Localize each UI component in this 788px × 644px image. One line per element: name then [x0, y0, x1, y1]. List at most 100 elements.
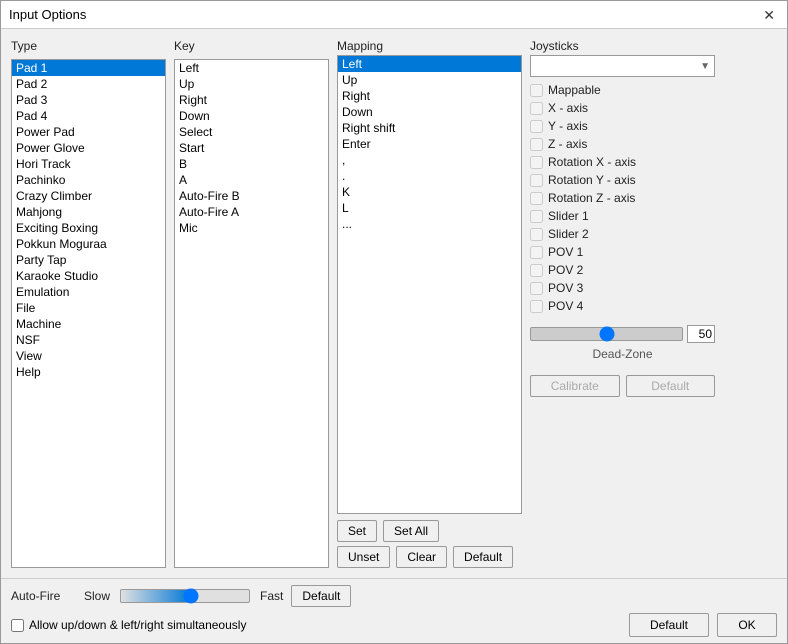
mapping-default-button[interactable]: Default	[453, 546, 513, 568]
unset-button[interactable]: Unset	[337, 546, 390, 568]
content-area: Type Pad 1Pad 2Pad 3Pad 4Power PadPower …	[1, 29, 787, 578]
final-default-button[interactable]: Default	[629, 613, 709, 637]
joystick-checkbox-rotation-z---axis[interactable]	[530, 192, 543, 205]
joystick-checkbox-row: Rotation Y - axis	[530, 173, 715, 187]
deadzone-section: 50 Dead-Zone Calibrate Default	[530, 325, 715, 397]
key-list-item[interactable]: Left	[175, 60, 328, 76]
joystick-checkbox-pov-2[interactable]	[530, 264, 543, 277]
mapping-list-item[interactable]: Left	[338, 56, 521, 72]
allow-checkbox[interactable]	[11, 619, 24, 632]
type-list-item[interactable]: Karaoke Studio	[12, 268, 165, 284]
joystick-checkbox-row: POV 4	[530, 299, 715, 313]
joystick-checkbox-z---axis[interactable]	[530, 138, 543, 151]
type-list-item[interactable]: Pokkun Moguraa	[12, 236, 165, 252]
deadzone-label: Dead-Zone	[530, 347, 715, 361]
key-list-item[interactable]: Down	[175, 108, 328, 124]
joystick-checkbox-pov-1[interactable]	[530, 246, 543, 259]
key-panel: Key LeftUpRightDownSelectStartBAAuto-Fir…	[174, 39, 329, 568]
type-list-item[interactable]: Exciting Boxing	[12, 220, 165, 236]
type-list-item[interactable]: View	[12, 348, 165, 364]
clear-button[interactable]: Clear	[396, 546, 447, 568]
key-list-item[interactable]: Auto-Fire A	[175, 204, 328, 220]
joystick-checkbox-rotation-y---axis[interactable]	[530, 174, 543, 187]
type-list-item[interactable]: Party Tap	[12, 252, 165, 268]
mapping-list-item[interactable]: ,	[338, 152, 521, 168]
type-list-item[interactable]: Power Pad	[12, 124, 165, 140]
joystick-checkbox-label: Z - axis	[548, 137, 587, 151]
joystick-checkbox-label: Rotation Z - axis	[548, 191, 635, 205]
type-list-item[interactable]: Help	[12, 364, 165, 380]
deadzone-value: 50	[687, 325, 715, 343]
final-buttons: Default OK	[629, 613, 777, 637]
mapping-list-item[interactable]: Right shift	[338, 120, 521, 136]
joystick-buttons-row: Calibrate Default	[530, 375, 715, 397]
mapping-list-item[interactable]: Right	[338, 88, 521, 104]
set-button[interactable]: Set	[337, 520, 377, 542]
key-list-item[interactable]: Right	[175, 92, 328, 108]
joystick-checkbox-label: Y - axis	[548, 119, 588, 133]
joystick-checkbox-x---axis[interactable]	[530, 102, 543, 115]
type-list-item[interactable]: NSF	[12, 332, 165, 348]
type-list-item[interactable]: Pachinko	[12, 172, 165, 188]
chevron-down-icon: ▼	[700, 61, 710, 72]
mapping-list-item[interactable]: K	[338, 184, 521, 200]
joystick-checkbox-rotation-x---axis[interactable]	[530, 156, 543, 169]
type-listbox[interactable]: Pad 1Pad 2Pad 3Pad 4Power PadPower Glove…	[11, 59, 166, 568]
ok-button[interactable]: OK	[717, 613, 777, 637]
lists-row: Type Pad 1Pad 2Pad 3Pad 4Power PadPower …	[11, 39, 777, 568]
mapping-list-item[interactable]: L	[338, 200, 521, 216]
mapping-list-item[interactable]: Enter	[338, 136, 521, 152]
key-list-item[interactable]: B	[175, 156, 328, 172]
type-list-item[interactable]: Pad 4	[12, 108, 165, 124]
joystick-checkbox-pov-3[interactable]	[530, 282, 543, 295]
joystick-checkbox-pov-4[interactable]	[530, 300, 543, 313]
key-list-item[interactable]: Mic	[175, 220, 328, 236]
type-list-item[interactable]: File	[12, 300, 165, 316]
joystick-dropdown[interactable]: ▼	[530, 55, 715, 77]
key-list-item[interactable]: Select	[175, 124, 328, 140]
type-list-item[interactable]: Hori Track	[12, 156, 165, 172]
mapping-list-item[interactable]: Up	[338, 72, 521, 88]
joystick-checkbox-slider-1[interactable]	[530, 210, 543, 223]
mapping-buttons: Set Set All	[337, 520, 522, 542]
set-all-button[interactable]: Set All	[383, 520, 439, 542]
key-list-item[interactable]: Start	[175, 140, 328, 156]
joystick-checkbox-label: POV 4	[548, 299, 583, 313]
mapping-list-item[interactable]: ...	[338, 216, 521, 232]
main-window: Input Options ✕ Type Pad 1Pad 2Pad 3Pad …	[0, 0, 788, 644]
key-list-item[interactable]: A	[175, 172, 328, 188]
type-list-item[interactable]: Pad 2	[12, 76, 165, 92]
joystick-checkbox-label: X - axis	[548, 101, 588, 115]
bottom-controls-row: Allow up/down & left/right simultaneousl…	[11, 613, 777, 637]
joystick-checkbox-mappable[interactable]	[530, 84, 543, 97]
bottom-section: Auto-Fire Slow Fast Default Allow up/dow…	[1, 578, 787, 643]
key-list-item[interactable]: Up	[175, 76, 328, 92]
key-label: Key	[174, 39, 329, 53]
joysticks-panel: Joysticks ▼ MappableX - axisY - axisZ - …	[530, 39, 715, 568]
joystick-checkbox-y---axis[interactable]	[530, 120, 543, 133]
mapping-list-item[interactable]: Down	[338, 104, 521, 120]
type-panel: Type Pad 1Pad 2Pad 3Pad 4Power PadPower …	[11, 39, 166, 568]
autofire-slider[interactable]	[120, 589, 250, 603]
type-list-item[interactable]: Pad 3	[12, 92, 165, 108]
joystick-checkbox-label: Rotation X - axis	[548, 155, 636, 169]
autofire-row: Auto-Fire Slow Fast Default	[11, 585, 777, 607]
joystick-checkbox-label: Mappable	[548, 83, 601, 97]
deadzone-slider[interactable]	[530, 327, 683, 341]
type-list-item[interactable]: Pad 1	[12, 60, 165, 76]
type-list-item[interactable]: Emulation	[12, 284, 165, 300]
close-button[interactable]: ✕	[759, 8, 779, 22]
calibrate-button[interactable]: Calibrate	[530, 375, 620, 397]
autofire-default-button[interactable]: Default	[291, 585, 351, 607]
type-list-item[interactable]: Crazy Climber	[12, 188, 165, 204]
mapping-listbox[interactable]: LeftUpRightDownRight shiftEnter,.KL...	[337, 55, 522, 514]
joystick-checkbox-label: POV 3	[548, 281, 583, 295]
type-list-item[interactable]: Mahjong	[12, 204, 165, 220]
joystick-default-button[interactable]: Default	[626, 375, 716, 397]
key-listbox[interactable]: LeftUpRightDownSelectStartBAAuto-Fire BA…	[174, 59, 329, 568]
type-list-item[interactable]: Power Glove	[12, 140, 165, 156]
mapping-list-item[interactable]: .	[338, 168, 521, 184]
type-list-item[interactable]: Machine	[12, 316, 165, 332]
key-list-item[interactable]: Auto-Fire B	[175, 188, 328, 204]
joystick-checkbox-slider-2[interactable]	[530, 228, 543, 241]
